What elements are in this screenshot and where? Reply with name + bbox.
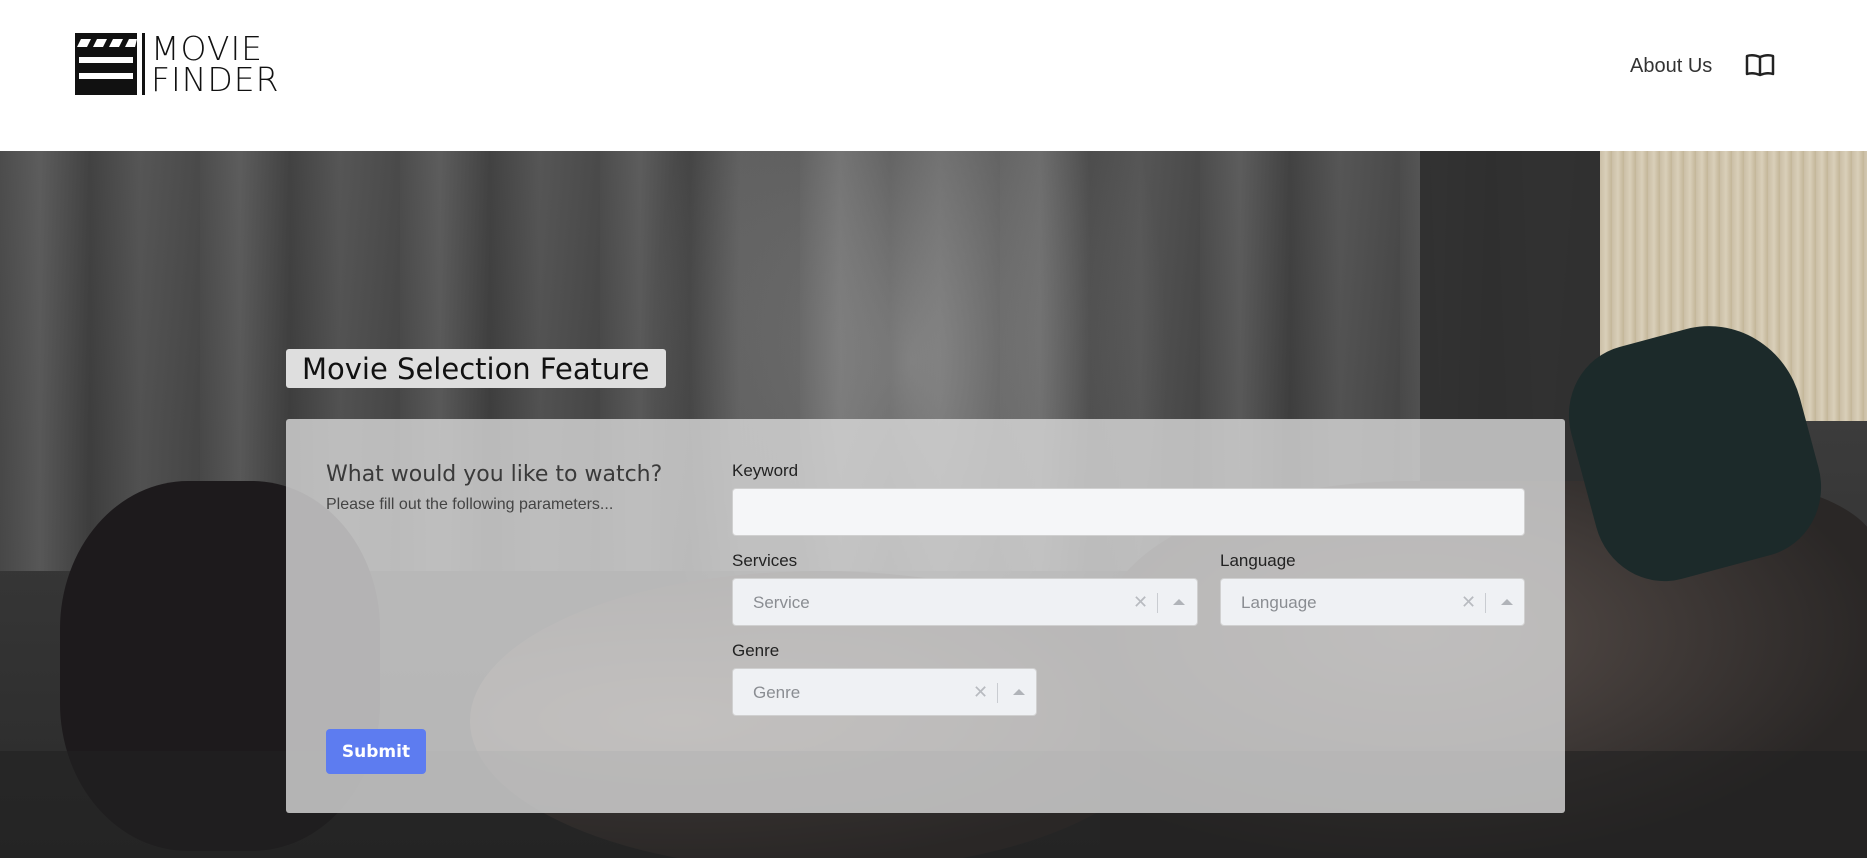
chevron-up-icon[interactable] bbox=[1173, 599, 1185, 605]
services-select[interactable]: Service ✕ bbox=[732, 578, 1198, 626]
form-heading: What would you like to watch? bbox=[326, 462, 663, 487]
genre-label: Genre bbox=[732, 641, 780, 660]
chevron-up-icon[interactable] bbox=[1501, 599, 1513, 605]
select-separator bbox=[997, 683, 998, 703]
submit-button[interactable]: Submit bbox=[326, 729, 426, 774]
keyword-label: Keyword bbox=[732, 461, 799, 480]
clear-icon[interactable]: ✕ bbox=[1461, 592, 1476, 613]
top-navbar: MOVIE FINDER About Us bbox=[0, 0, 1867, 151]
brand-line-2: FINDER bbox=[151, 60, 280, 99]
logo-divider bbox=[142, 33, 145, 95]
chevron-up-icon[interactable] bbox=[1013, 689, 1025, 695]
form-subheading: Please fill out the following parameters… bbox=[326, 496, 614, 513]
language-label: Language bbox=[1220, 551, 1296, 570]
select-separator bbox=[1157, 593, 1158, 613]
page-title: Movie Selection Feature bbox=[286, 349, 666, 388]
language-placeholder: Language bbox=[1241, 593, 1317, 612]
nav-about-us-link[interactable]: About Us bbox=[1630, 55, 1712, 78]
genre-placeholder: Genre bbox=[753, 683, 801, 702]
brand-wordmark: MOVIE FINDER bbox=[151, 32, 280, 99]
clapperboard-icon bbox=[75, 33, 137, 95]
services-placeholder: Service bbox=[753, 593, 810, 612]
clear-icon[interactable]: ✕ bbox=[1133, 592, 1148, 613]
movie-search-form: What would you like to watch? Please fil… bbox=[286, 419, 1565, 813]
genre-select[interactable]: Genre ✕ bbox=[732, 668, 1037, 716]
movie-finder-logo[interactable]: MOVIE FINDER bbox=[75, 32, 280, 99]
book-open-icon[interactable] bbox=[1745, 52, 1775, 78]
services-label: Services bbox=[732, 551, 798, 570]
clear-icon[interactable]: ✕ bbox=[973, 682, 988, 703]
language-select[interactable]: Language ✕ bbox=[1220, 578, 1525, 626]
keyword-input[interactable] bbox=[732, 488, 1525, 536]
select-separator bbox=[1485, 593, 1486, 613]
